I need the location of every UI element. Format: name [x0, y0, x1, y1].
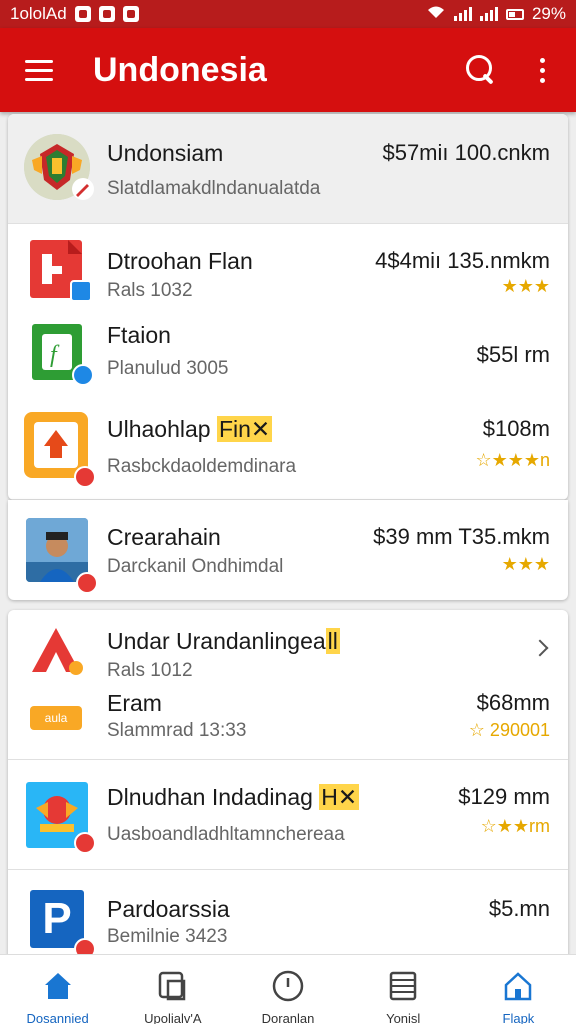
red-badge-icon [74, 832, 96, 854]
card-middle: Crearahain Darckanil Ondhimdal $39 mm T3… [8, 500, 568, 600]
item-subtitle: Bemilnie 3423 [107, 926, 228, 947]
list-item[interactable]: f Ftaion Planulud 3005 $55l rm [8, 304, 568, 386]
more-options-icon[interactable] [522, 57, 562, 83]
featured-item[interactable]: Undonsiam $57miı 100.cnkm Slatdlamakdlnd… [8, 114, 568, 224]
nav-label: Upolialv'A [144, 1011, 202, 1024]
copy-icon [156, 969, 190, 1003]
item-rating: ★★★ [501, 276, 550, 296]
item-price: $39 mm T35.mkm [373, 524, 550, 549]
item-price: $68mm [476, 690, 550, 715]
page-title: Undonesia [93, 50, 267, 89]
home-icon [41, 969, 75, 1003]
edit-badge-icon [72, 178, 94, 200]
item-name: Ftaion [107, 322, 171, 348]
item-name: Ulhaohlap Fin✕ [107, 416, 273, 442]
item-name: Eram [107, 690, 162, 716]
red-badge-icon [76, 572, 98, 594]
item-name: Pardoarssia [107, 896, 230, 922]
highlight-tag: Fin✕ [216, 416, 273, 442]
battery-icon [505, 8, 524, 20]
list-item-group[interactable]: Undar Urandanlingeall Rals 1012 aula Era… [8, 610, 568, 760]
person-photo [26, 518, 88, 582]
home-outline-icon [501, 969, 535, 1003]
item-price: $5.mn [488, 896, 550, 921]
nav-label: Dosannied [26, 1011, 89, 1024]
item-price: $108m [482, 416, 550, 441]
item-rating: ☆★★rm [480, 816, 550, 836]
item-price: 4$4miı 135.nmkm [375, 248, 550, 273]
list-item[interactable]: Dlnudhan Indadinag H✕ Uasboandladhltamnc… [8, 760, 568, 870]
clock-icon [271, 969, 305, 1003]
blue-badge-icon [70, 280, 92, 302]
notification-icon [74, 6, 91, 22]
nav-item-flapk[interactable]: Flapk [461, 955, 576, 1024]
card-top: Undonsiam $57miı 100.cnkm Slatdlamakdlnd… [8, 114, 568, 500]
list-item[interactable]: P Pardoarssia Bemilnie 3423 $5.mn [8, 870, 568, 954]
nav-item-home[interactable]: Dosannied [0, 955, 115, 1024]
item-subtitle: Rasbckdaoldemdinara [107, 456, 297, 477]
list-item[interactable]: Dtroohan Flan Rals 1032 4$4miı 135.nmkm … [8, 224, 568, 304]
card-bottom: Undar Urandanlingeall Rals 1012 aula Era… [8, 610, 568, 954]
signal-icon [453, 7, 472, 21]
red-a-logo-icon [28, 624, 84, 680]
nav-item-copy[interactable]: Upolialv'A [115, 955, 230, 1024]
item-name: Dtroohan Flan [107, 248, 253, 274]
content-list: Undonsiam $57miı 100.cnkm Slatdlamakdlnd… [0, 112, 576, 954]
list-item[interactable]: Crearahain Darckanil Ondhimdal $39 mm T3… [8, 500, 568, 600]
search-icon[interactable] [464, 53, 498, 87]
red-badge-icon [74, 466, 96, 488]
nav-item-history[interactable]: Doranlan [230, 955, 345, 1024]
wifi-icon [426, 4, 446, 24]
item-name: Undar Urandanlingeall [107, 628, 340, 654]
item-name: Crearahain [107, 524, 221, 550]
item-price: $129 mm [458, 784, 550, 809]
item-subtitle: Planulud 3005 [107, 358, 229, 379]
battery-level: 29% [531, 4, 566, 23]
nav-label: Yonisl [386, 1011, 421, 1024]
list-icon [386, 969, 420, 1003]
status-bar-text: 1ololАd [10, 4, 67, 23]
chevron-right-icon[interactable] [531, 639, 549, 657]
highlight-tag: ll [325, 628, 340, 654]
item-subtitle: Rals 1032 [107, 280, 193, 301]
tag-label-icon: aula [30, 706, 82, 730]
item-subtitle: Uasboandladhltamnchereaa [107, 824, 345, 845]
item-rating: ★★★ [501, 554, 550, 574]
item-name: Dlnudhan Indadinag H✕ [107, 784, 360, 810]
red-badge-icon [74, 938, 96, 954]
featured-name: Undonsiam [107, 140, 224, 166]
nav-label: Flapk [502, 1011, 535, 1024]
bottom-navigation: Dosannied Upolialv'A Doranlan Yonisl Fla… [0, 954, 576, 1024]
parking-icon: P [30, 890, 84, 948]
item-rating: ☆ 290001 [468, 720, 550, 740]
featured-subtitle: Slatdlamakdlndanualatda [107, 178, 321, 199]
menu-icon[interactable] [25, 59, 53, 81]
info-badge-icon [72, 364, 94, 386]
app-bar: Undonesia [0, 28, 576, 112]
item-subtitle: Slammrad 13:33 [107, 720, 247, 741]
image-notification-icon [98, 6, 115, 22]
featured-price: $57miı 100.cnkm [382, 140, 550, 165]
highlight-tag: H✕ [319, 784, 360, 810]
item-price: $55l rm [476, 342, 550, 367]
item-rating: ☆★★★n [475, 450, 550, 470]
status-bar: 1ololАd 29% [0, 0, 576, 28]
nav-item-list[interactable]: Yonisl [346, 955, 461, 1024]
list-item[interactable]: Ulhaohlap Fin✕ Rasbckdaoldemdinara $108m… [8, 386, 568, 500]
file-notification-icon [122, 6, 139, 22]
signal-icon-2 [479, 7, 498, 21]
item-subtitle: Rals 1012 [107, 660, 193, 681]
nav-label: Doranlan [261, 1011, 315, 1024]
item-subtitle: Darckanil Ondhimdal [107, 556, 284, 577]
